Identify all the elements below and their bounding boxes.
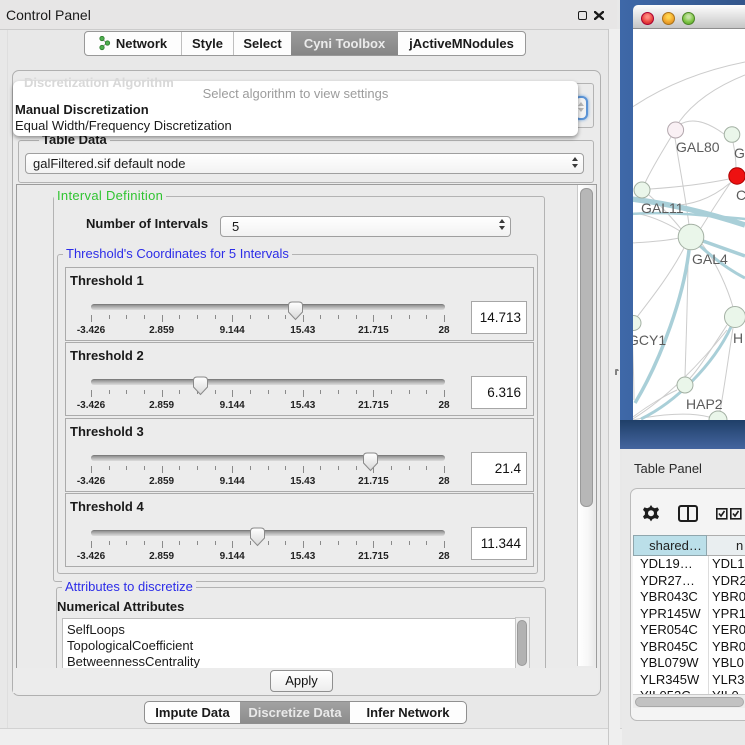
svg-text:GAL4: GAL4 bbox=[692, 251, 728, 267]
svg-text:H: H bbox=[733, 330, 743, 346]
svg-text:C: C bbox=[736, 187, 745, 203]
svg-text:GCY1: GCY1 bbox=[633, 332, 666, 348]
svg-text:GA: GA bbox=[734, 145, 745, 161]
svg-text:GAL80: GAL80 bbox=[676, 139, 720, 155]
svg-text:HAP2: HAP2 bbox=[686, 396, 723, 412]
svg-text:GAL11: GAL11 bbox=[641, 200, 684, 216]
